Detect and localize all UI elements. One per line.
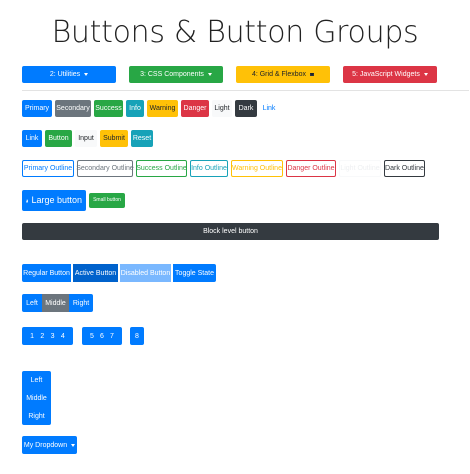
warning-button[interactable]: Warning bbox=[147, 100, 178, 117]
caret-down-icon bbox=[423, 73, 428, 76]
toolbar-group-1[interactable]: 1 2 3 4 bbox=[22, 327, 73, 345]
toolbar-page-7[interactable]: 7 bbox=[110, 333, 114, 340]
vertical-middle-button[interactable]: Middle bbox=[22, 389, 51, 407]
success-button[interactable]: Success bbox=[94, 100, 123, 117]
button-element-button[interactable]: Button bbox=[45, 130, 72, 147]
info-button[interactable]: Info bbox=[126, 100, 144, 117]
vertical-right-button[interactable]: Right bbox=[22, 407, 51, 425]
dark-outline-button[interactable]: Dark Outline bbox=[384, 160, 425, 177]
large-button-label: Large button bbox=[31, 195, 82, 205]
toolbar-page-1[interactable]: 1 bbox=[30, 333, 34, 340]
light-outline-button[interactable]: Light Outline bbox=[339, 160, 381, 177]
nav-css-components-button[interactable]: 3: CSS Components bbox=[129, 66, 223, 83]
info-outline-button[interactable]: Info Outline bbox=[190, 160, 228, 177]
my-dropdown-label: My Dropdown bbox=[23, 441, 68, 449]
disabled-button: Disabled Button bbox=[120, 264, 171, 282]
dark-button[interactable]: Dark bbox=[235, 100, 257, 117]
caret-down-icon bbox=[310, 73, 315, 76]
block-level-button[interactable]: Block level button bbox=[22, 223, 439, 240]
active-button[interactable]: Active Button bbox=[73, 264, 118, 282]
my-dropdown-button[interactable]: My Dropdown bbox=[22, 436, 77, 454]
toggle-state-button[interactable]: Toggle State bbox=[173, 264, 216, 282]
user-icon bbox=[26, 199, 29, 202]
danger-outline-button[interactable]: Danger Outline bbox=[286, 160, 336, 177]
light-button[interactable]: Light bbox=[212, 100, 232, 117]
toolbar-group-2[interactable]: 5 6 7 bbox=[82, 327, 122, 345]
small-button[interactable]: Small button bbox=[89, 193, 125, 208]
toolbar-page-8[interactable]: 8 bbox=[130, 327, 144, 345]
toolbar-page-2[interactable]: 2 bbox=[40, 333, 44, 340]
reset-button[interactable]: Reset bbox=[131, 130, 153, 147]
caret-down-icon bbox=[84, 73, 89, 76]
primary-button[interactable]: Primary bbox=[22, 100, 52, 117]
group-left-button[interactable]: Left bbox=[22, 294, 42, 312]
nav-javascript-widgets-button[interactable]: 5: JavaScript Widgets bbox=[343, 66, 437, 83]
page-title: Buttons & Button Groups bbox=[51, 15, 419, 50]
nav-grid-flexbox-label: 4: Grid & Flexbox bbox=[251, 71, 307, 78]
group-middle-button[interactable]: Middle bbox=[42, 294, 69, 312]
nav-utilities-label: 2: Utilities bbox=[49, 71, 81, 78]
caret-down-icon bbox=[207, 73, 212, 76]
submit-button[interactable]: Submit bbox=[100, 130, 128, 147]
input-element-button[interactable]: Input bbox=[75, 130, 97, 147]
nav-grid-flexbox-button[interactable]: 4: Grid & Flexbox bbox=[236, 66, 330, 83]
link-button[interactable]: Link bbox=[260, 100, 278, 117]
warning-outline-button[interactable]: Warning Outline bbox=[231, 160, 283, 177]
nav-utilities-button[interactable]: 2: Utilities bbox=[22, 66, 116, 83]
toolbar-page-6[interactable]: 6 bbox=[100, 333, 104, 340]
secondary-outline-button[interactable]: Secondary Outline bbox=[76, 160, 134, 177]
group-right-button[interactable]: Right bbox=[69, 294, 93, 312]
vertical-left-button[interactable]: Left bbox=[22, 371, 51, 389]
nav-css-components-label: 3: CSS Components bbox=[140, 71, 204, 78]
toolbar-page-5[interactable]: 5 bbox=[90, 333, 94, 340]
link-element-button[interactable]: Link bbox=[22, 130, 42, 147]
large-button[interactable]: Large button bbox=[22, 190, 86, 211]
regular-button[interactable]: Regular Button bbox=[22, 264, 71, 282]
success-outline-button[interactable]: Success Outline bbox=[136, 160, 187, 177]
toolbar-page-4[interactable]: 4 bbox=[61, 333, 65, 340]
caret-down-icon bbox=[71, 443, 76, 447]
secondary-button[interactable]: Secondary bbox=[55, 100, 91, 117]
nav-javascript-widgets-label: 5: JavaScript Widgets bbox=[352, 71, 420, 78]
toolbar-page-3[interactable]: 3 bbox=[51, 333, 55, 340]
divider bbox=[22, 90, 469, 91]
danger-button[interactable]: Danger bbox=[181, 100, 209, 117]
primary-outline-button[interactable]: Primary Outline bbox=[22, 160, 74, 177]
